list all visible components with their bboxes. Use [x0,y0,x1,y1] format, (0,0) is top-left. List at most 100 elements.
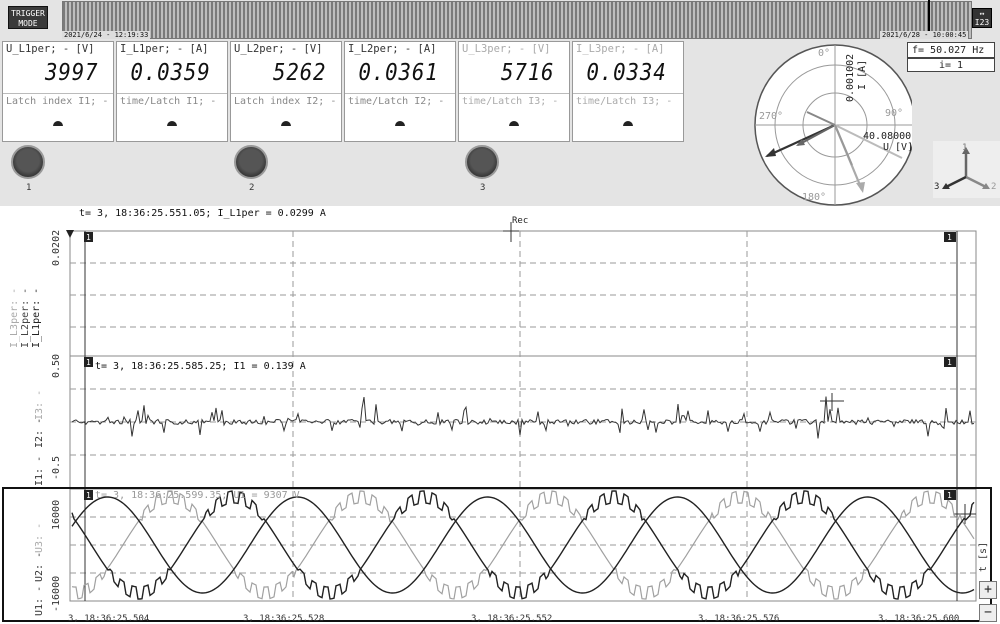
arrows-horizontal-icon: ↔ [979,9,985,18]
measurement-value: 0.0361 [358,60,439,86]
channel-3-knob[interactable] [465,145,499,179]
channel-2-knob[interactable] [234,145,268,179]
plot2-readout: t= 3, 18:36:25.585.25; I1 = 0.139 A [95,361,306,372]
angle-270-label: 270° [759,111,783,122]
latch-indicator-icon [623,121,633,126]
latch-label: Latch index I2; - [234,96,337,107]
angle-90-label: 90° [885,108,903,119]
latch-label: time/Latch I2; - [348,96,445,107]
frequency-display: f= 50.027 Hz [907,42,995,58]
current-scale-label: 0.001002 [845,54,856,102]
measurement-u-l3[interactable]: U_L3per; - [V] 5716 time/Latch I3; - [458,41,570,142]
measurement-i-l3[interactable]: I_L3per; - [A] 0.0334 time/Latch I3; - [572,41,684,142]
measurement-value: 3997 [44,60,99,86]
measurement-u-l2[interactable]: U_L2per; - [V] 5262 Latch index I2; - [230,41,342,142]
rec-label: Rec [512,216,529,226]
measurement-label: I_L2per; - [A] [348,43,437,55]
axis-2-label: 2 [991,182,996,192]
index-display: i= 1 [907,58,995,72]
xtick-label: 3, 18:36:25.528 [243,614,325,624]
channel-1-knob[interactable] [11,145,45,179]
voltage-unit-label: U [V] [883,142,912,153]
xtick-label: 3, 18:36:25.600 [878,614,960,624]
divider [117,93,227,94]
latch-indicator-icon [395,121,405,126]
plot1-ytick-top: 0.0202 [51,229,62,266]
knob-label: 3 [480,183,486,193]
plot2-ytick-top: 0.50 [51,353,62,378]
plot3-ylabel-u1: U1: - [34,585,45,616]
zoom-in-button[interactable]: + [979,581,997,599]
axis-1-label: 1 [962,143,967,153]
latch-indicator-icon [53,121,63,126]
plot1-ylabel-l3: I_L3per: - [9,287,20,348]
timeline-start-time: 2021/6/24 - 12:19:33 [62,31,151,39]
scroll-down-button[interactable]: − [979,604,997,622]
plot1-ylabel-l1: I_L1per: - [31,287,42,348]
xtick-label: 3, 18:36:25.576 [698,614,780,624]
divider [573,93,683,94]
minus-icon: − [984,605,992,620]
plot3-ytick-top: 16000 [51,499,62,530]
current-unit-label: I [A] [857,60,868,90]
zoom-fit-button[interactable]: ↔ I23 [972,8,992,28]
plot3-readout: t= 3, 18:36:25.599.35; U1 = 9307 V [95,490,300,501]
timeline-end-time: 2021/6/28 - 10:00:45 [880,31,969,39]
latch-indicator-icon [167,121,177,126]
latch-indicator-icon [281,121,291,126]
knob-label: 1 [26,183,32,193]
measurement-value: 5716 [500,60,555,86]
measurement-label: I_L1per; - [A] [120,43,209,55]
measurement-i-l2[interactable]: I_L2per; - [A] 0.0361 time/Latch I2; - [344,41,456,142]
axis-3-label: 3 [934,182,939,192]
plot1-marker-left-label: 1 [86,233,91,242]
measurement-label: U_L3per; - [V] [462,43,551,55]
latch-indicator-icon [509,121,519,126]
measurement-label: I_L3per; - [A] [576,43,665,55]
plus-icon: + [984,582,992,597]
latch-label: time/Latch I1; - [120,96,217,107]
plot2-marker-left-label: 1 [86,358,91,367]
plot1-ylabel-l2: I_L2per: - [20,287,31,348]
plot2-ylabel-i1: I1: - [34,455,45,486]
plot1-area[interactable] [69,230,977,357]
trigger-mode-line2: MODE [18,19,38,28]
trigger-mode-line1: TRIGGER [11,9,45,18]
divider [459,93,569,94]
trigger-mode-button[interactable]: TRIGGER MODE [8,6,48,29]
measurement-label: U_L1per; - [V] [6,43,95,55]
recording-timeline[interactable] [62,1,972,39]
plot1-marker-right-label: 1 [947,233,952,242]
knob-label: 2 [249,183,255,193]
plot2-ylabel-i2: I2: - [34,417,45,448]
xtick-label: 3, 18:36:25.552 [471,614,553,624]
plot1-readout: t= 3, 18:36:25.551.05; I_L1per = 0.0299 … [79,208,326,219]
latch-label: time/Latch I3; - [576,96,673,107]
measurement-value: 5262 [272,60,327,86]
latch-label: Latch index I1; - [6,96,109,107]
measurement-value: 0.0334 [586,60,667,86]
xtick-label: 3, 18:36:25.504 [68,614,150,624]
zoom-button-label: I23 [974,18,990,27]
plot2-ylabel-i3: I3: - [34,389,45,420]
divider [3,93,113,94]
measurement-value: 0.0359 [130,60,211,86]
plot3-ylabel-u2: U2: - [34,551,45,582]
divider [345,93,455,94]
plot3-selection-frame [2,487,992,622]
x-unit-label: t [s] [978,541,989,572]
plot2-marker-right-label: 1 [947,358,952,367]
latch-label: time/Latch I3; - [462,96,559,107]
plot3-ylabel-u3: U3: - [34,522,45,553]
angle-180-label: 180° [802,192,826,203]
plot3-ytick-bottom: -16000 [51,575,62,612]
divider [231,93,341,94]
plot2-ytick-bottom: -0.5 [51,455,62,480]
axes-3d-icon[interactable]: 1 2 3 [933,141,1000,198]
angle-0-label: 0° [818,48,830,59]
measurement-i-l1[interactable]: I_L1per; - [A] 0.0359 time/Latch I1; - [116,41,228,142]
voltage-scale-label: 40.08000 [863,131,911,142]
phasor-diagram: 0° 90° 180° 270° 0.001002 I [A] 40.08000… [754,44,912,206]
measurement-label: U_L2per; - [V] [234,43,323,55]
measurement-u-l1[interactable]: U_L1per; - [V] 3997 Latch index I1; - [2,41,114,142]
